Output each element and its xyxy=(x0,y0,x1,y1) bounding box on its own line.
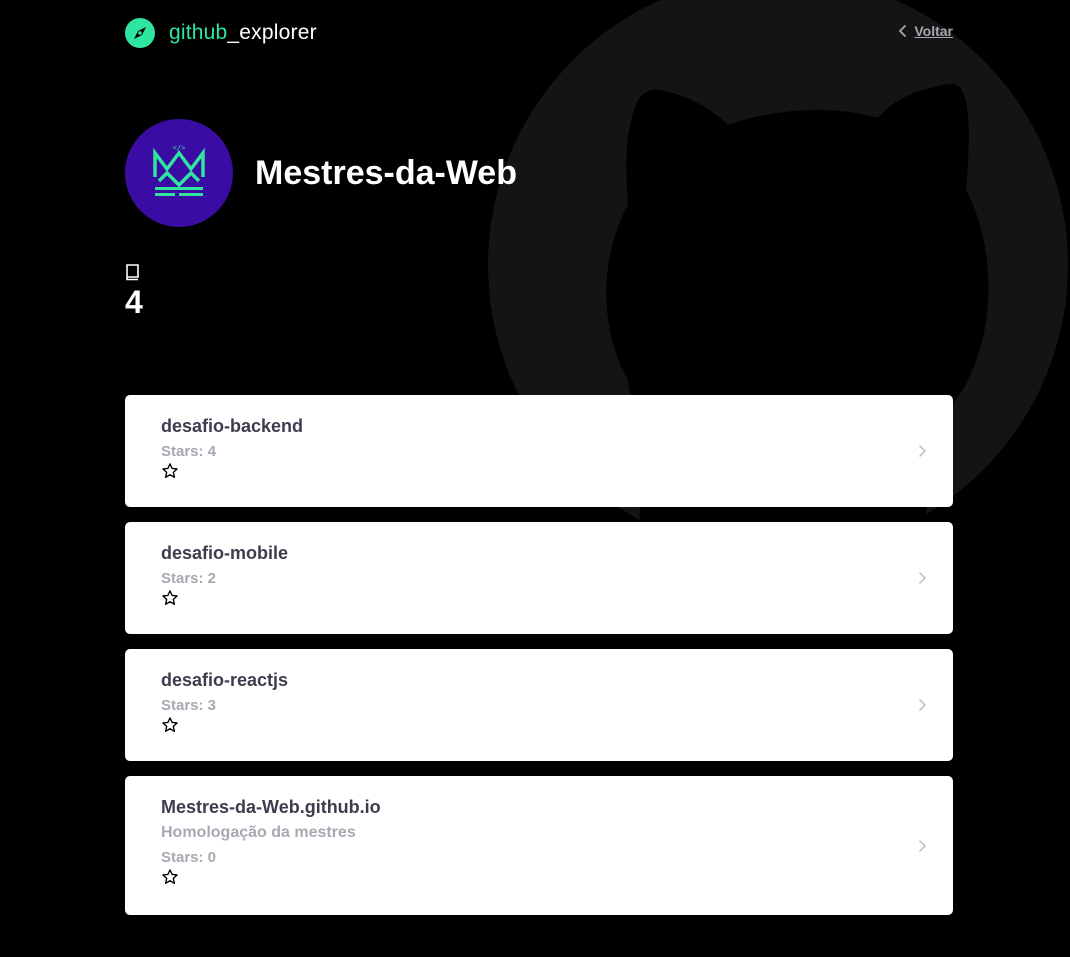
book-icon xyxy=(126,264,139,281)
repo-count: 4 xyxy=(125,284,143,320)
repo-name: desafio-reactjs xyxy=(161,670,289,690)
repo-card[interactable]: Mestres-da-Web.github.io Homologação da … xyxy=(125,776,953,915)
repo-stars: Stars: 4 xyxy=(161,443,217,460)
repo-name: desafio-backend xyxy=(161,416,304,436)
star-icon[interactable] xyxy=(161,462,179,480)
repo-stars: Stars: 2 xyxy=(161,570,217,587)
brand-name-secondary: _explorer xyxy=(227,21,317,44)
repo-card[interactable]: desafio-mobile Stars: 2 xyxy=(125,522,953,634)
chevron-left-icon xyxy=(899,25,907,37)
repo-stats: 4 xyxy=(125,263,143,321)
repo-stars: Stars: 3 xyxy=(161,697,217,714)
org-profile: </> Mestres-da-Web xyxy=(125,119,517,227)
avatar: </> xyxy=(125,119,233,227)
header: github_explorer Voltar xyxy=(125,18,953,48)
repo-name: Mestres-da-Web.github.io xyxy=(161,797,381,817)
repo-stars: Stars: 0 xyxy=(161,849,217,866)
chevron-right-icon xyxy=(919,839,927,852)
repo-description: Homologação da mestres xyxy=(161,824,356,841)
star-icon[interactable] xyxy=(161,716,179,734)
chevron-right-icon xyxy=(919,572,927,584)
star-icon[interactable] xyxy=(161,589,179,607)
crown-logo: </> xyxy=(153,144,205,196)
chevron-right-icon xyxy=(919,699,927,711)
brand-logo[interactable]: github_explorer xyxy=(125,18,317,48)
back-link-label: Voltar xyxy=(914,23,953,39)
repo-card[interactable]: desafio-reactjs Stars: 3 xyxy=(125,649,953,761)
org-name: Mestres-da-Web xyxy=(255,153,517,192)
repo-card[interactable]: desafio-backend Stars: 4 xyxy=(125,395,953,507)
repo-name: desafio-mobile xyxy=(161,543,289,563)
brand-name-primary: github xyxy=(169,21,228,44)
brand-name: github_explorer xyxy=(169,21,317,45)
repo-list: desafio-backend Stars: 4 desafio-mobile … xyxy=(125,395,953,930)
chevron-right-icon xyxy=(919,445,927,457)
star-icon[interactable] xyxy=(161,868,179,886)
back-link[interactable]: Voltar xyxy=(898,23,953,39)
compass-icon xyxy=(125,18,155,48)
svg-text:</>: </> xyxy=(173,144,186,152)
